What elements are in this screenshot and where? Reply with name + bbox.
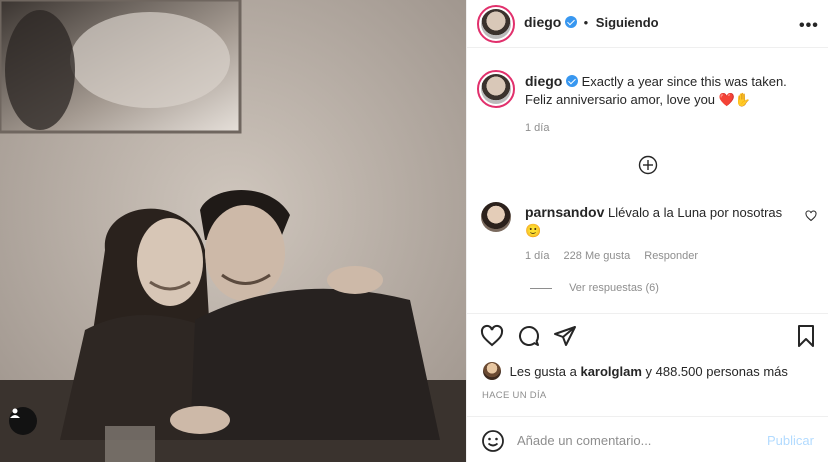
plus-circle-icon[interactable] — [638, 155, 658, 175]
caption-avatar[interactable] — [481, 74, 511, 104]
action-bar — [467, 313, 828, 359]
publish-button[interactable]: Publicar — [767, 433, 814, 448]
caption-username[interactable]: diego — [525, 73, 562, 89]
post-side-panel: diego • Siguiendo ••• diego Exactly a ye… — [466, 0, 828, 462]
likes-summary[interactable]: Les gusta a karolglam y 488.500 personas… — [483, 362, 788, 380]
comment-input[interactable] — [517, 430, 757, 450]
caption: diego Exactly a year since this was take… — [525, 72, 815, 137]
comment: parnsandov Llévalo a la Luna por nosotra… — [525, 203, 795, 240]
post-header: diego • Siguiendo ••• — [467, 0, 828, 48]
separator-dot: • — [583, 15, 589, 30]
caption-time[interactable]: 1 día — [525, 119, 815, 137]
instagram-post: diego • Siguiendo ••• diego Exactly a ye… — [0, 0, 828, 462]
post-photo[interactable] — [0, 0, 466, 462]
comment-composer: Publicar — [467, 416, 828, 462]
verified-badge-icon — [565, 75, 578, 87]
caption-text: Exactly a year since this was taken. Fel… — [525, 74, 787, 107]
reply-button[interactable]: Responder — [644, 250, 698, 262]
author-avatar[interactable] — [481, 9, 511, 39]
likes-suffix[interactable]: y 488.500 personas más — [646, 364, 788, 379]
heart-icon[interactable] — [480, 324, 504, 348]
comment-like-icon[interactable] — [805, 210, 817, 222]
user-tag-icon[interactable] — [9, 407, 37, 435]
post-timestamp[interactable]: HACE UN DÍA — [482, 390, 547, 401]
share-icon[interactable] — [553, 324, 577, 348]
comment-meta: 1 día 228 Me gusta Responder — [525, 250, 709, 262]
bookmark-icon[interactable] — [794, 324, 818, 348]
liker-username[interactable]: karolglam — [580, 364, 641, 379]
commenter-avatar[interactable] — [481, 202, 511, 232]
likes-prefix: Les gusta a — [509, 364, 577, 379]
verified-badge-icon — [564, 16, 577, 28]
header-text: diego • Siguiendo — [524, 14, 659, 30]
comment-likes[interactable]: 228 Me gusta — [564, 250, 631, 262]
liker-avatar — [483, 362, 501, 380]
emoji-icon[interactable] — [481, 429, 505, 453]
photo-illustration — [0, 0, 466, 462]
view-replies-button[interactable]: Ver respuestas (6) — [530, 282, 659, 294]
comment-time[interactable]: 1 día — [525, 250, 549, 262]
commenter-username[interactable]: parnsandov — [525, 204, 604, 220]
replies-divider — [530, 287, 552, 289]
more-options-icon[interactable]: ••• — [799, 17, 819, 35]
comment-icon[interactable] — [517, 324, 541, 348]
author-username[interactable]: diego — [524, 14, 561, 30]
following-button[interactable]: Siguiendo — [596, 15, 659, 30]
view-replies-label[interactable]: Ver respuestas (6) — [569, 282, 659, 294]
